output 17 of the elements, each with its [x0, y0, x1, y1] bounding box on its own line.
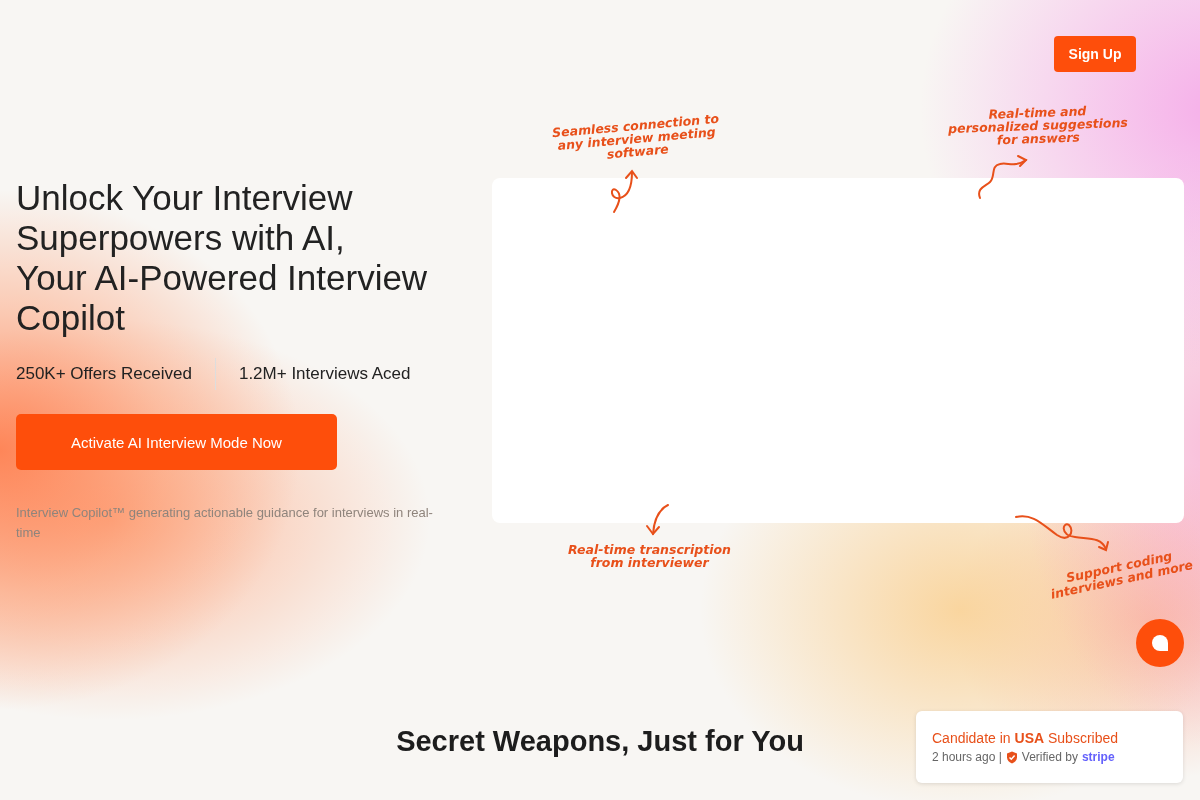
shield-check-icon — [1005, 750, 1018, 764]
hero-description: Interview Copilot™ generating actionable guidance for interviews in real-time — [16, 504, 434, 542]
activate-button[interactable]: Activate AI Interview Mode Now — [16, 414, 337, 470]
stripe-logo: stripe — [1081, 750, 1115, 764]
annotation-text: Real-time transcription from interviewer — [568, 543, 731, 569]
annotation-text: Real-time and personalized suggestions for answers — [947, 102, 1129, 149]
stat-label: 250K+ Offers Received — [16, 364, 192, 384]
chat-bubble-icon — [1151, 634, 1169, 652]
sign-up-button[interactable]: Sign Up — [1054, 36, 1136, 72]
section-heading: Secret Weapons, Just for You — [396, 725, 804, 758]
chat-button[interactable] — [1136, 619, 1184, 667]
notification-text: Candidate in USA Subscribed — [932, 730, 1119, 746]
verified-text: Verified by — [1021, 750, 1078, 764]
hero-heading: Unlock Your Interview Superpowers with AI, Your AI-Powered Interview Copilot — [16, 178, 429, 338]
annotation-text: Seamless connection to any interview meeting software — [551, 111, 721, 164]
notification-time: 2 hours ago | — [932, 750, 1002, 764]
stat-label: 1.2M+ Interviews Aced — [238, 364, 411, 384]
